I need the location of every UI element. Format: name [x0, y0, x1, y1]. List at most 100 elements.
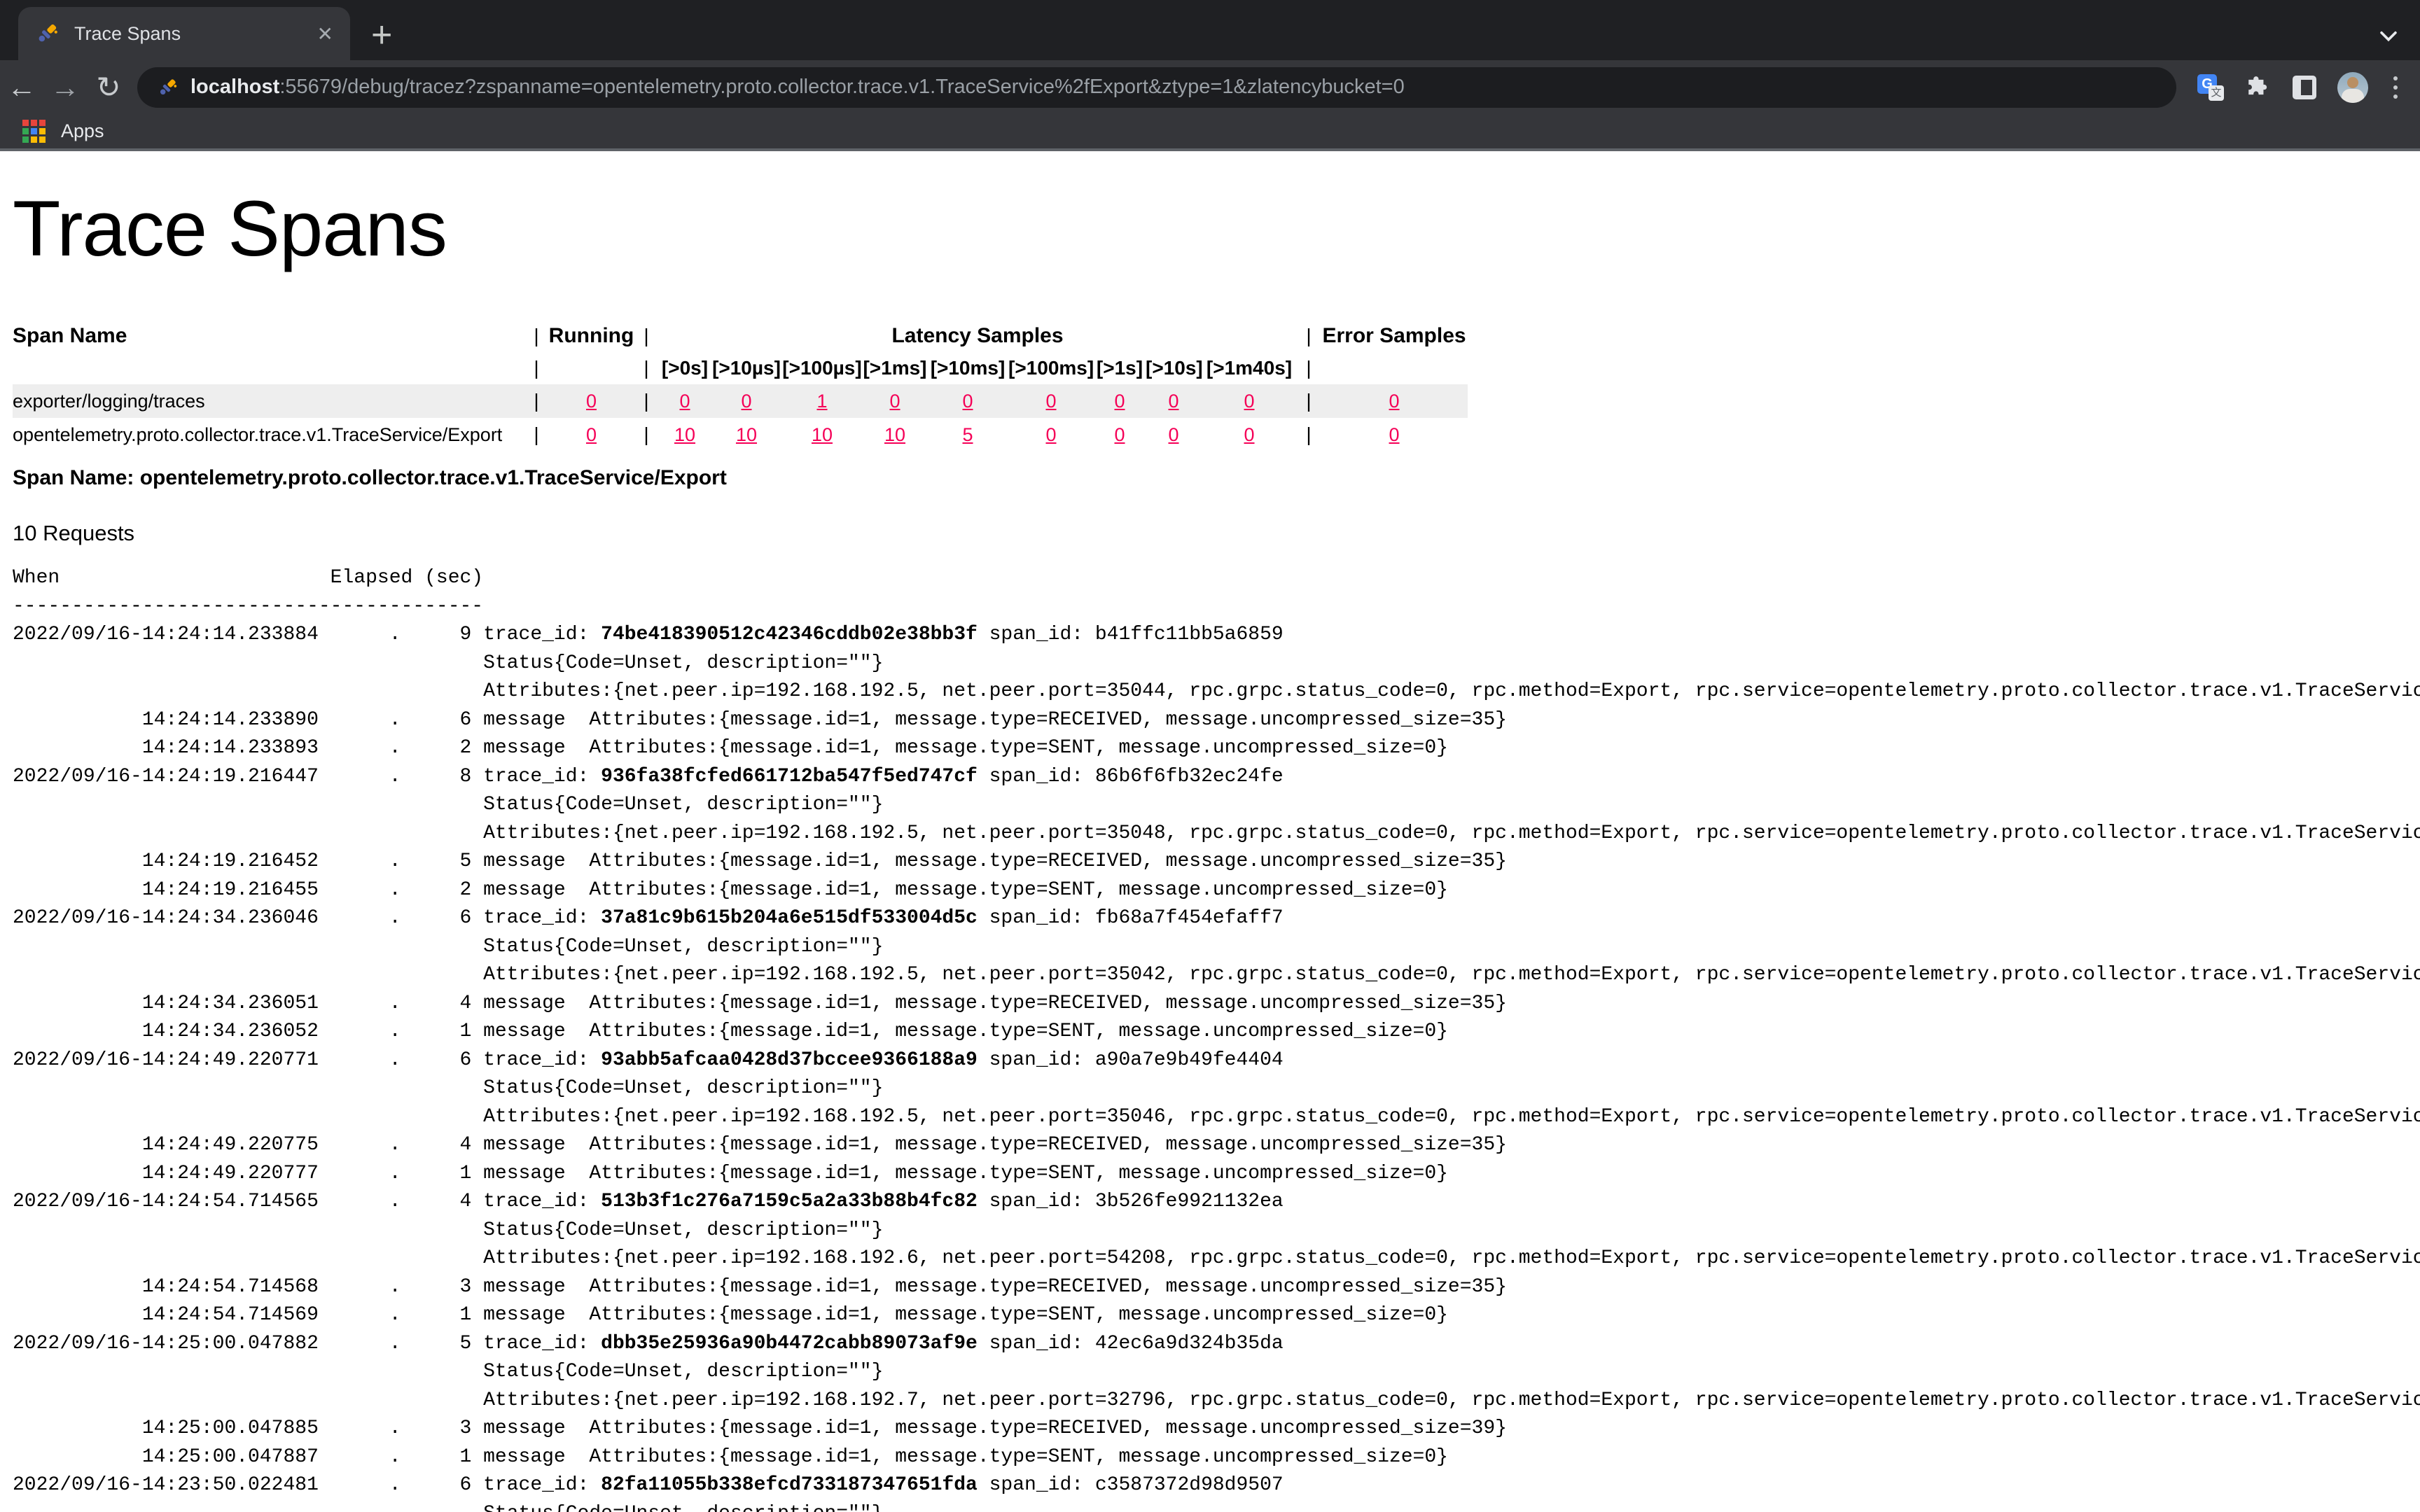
page-title: Trace Spans	[13, 183, 2420, 274]
latency-bucket-header: [>100µs]	[781, 352, 863, 384]
count-cell: 0	[658, 384, 711, 418]
latency-bucket-header: [>10s]	[1146, 352, 1202, 384]
count-cell: 0	[1202, 384, 1297, 418]
side-panel-icon[interactable]	[2293, 76, 2316, 99]
count-cell: 10	[658, 418, 711, 451]
column-divider: |	[524, 418, 548, 451]
span-summary-table: Span Name | Running | Latency Samples | …	[13, 320, 1468, 451]
latency-count-link[interactable]: 0	[889, 391, 900, 412]
forward-icon[interactable]: →	[43, 60, 87, 114]
apps-grid-square	[39, 128, 46, 134]
latency-count-link[interactable]: 0	[1168, 424, 1178, 445]
latency-count-link[interactable]: 5	[962, 424, 973, 445]
count-cell: 1	[781, 384, 863, 418]
running-count-link[interactable]: 0	[586, 391, 597, 412]
col-header-running: Running	[548, 320, 634, 352]
profile-avatar[interactable]	[2337, 72, 2368, 103]
latency-count-link[interactable]: 10	[812, 424, 833, 445]
new-tab-button[interactable]: +	[371, 17, 392, 53]
table-header-row: Span Name | Running | Latency Samples | …	[13, 320, 1468, 352]
opentelemetry-favicon	[35, 22, 59, 46]
tab-strip: Trace Spans ✕ +	[0, 0, 2420, 60]
col-header-latency-samples: Latency Samples	[658, 320, 1297, 352]
trace-id: 513b3f1c276a7159c5a2a33b88b4fc82	[601, 1191, 978, 1212]
browser-toolbar: ← → ↻ localhost:55679/debug/tracez?zspan…	[0, 60, 2420, 114]
col-header-span-name: Span Name	[13, 320, 524, 352]
browser-tab[interactable]: Trace Spans ✕	[18, 7, 350, 60]
latency-count-link[interactable]: 0	[962, 391, 973, 412]
column-divider: |	[634, 352, 658, 384]
url-path: :55679/debug/tracez?zspanname=openteleme…	[279, 76, 1404, 99]
latency-count-link[interactable]: 10	[736, 424, 757, 445]
tab-title: Trace Spans	[74, 23, 313, 45]
extensions-puzzle-icon[interactable]	[2245, 74, 2272, 101]
latency-bucket-header: [>0s]	[658, 352, 711, 384]
latency-count-link[interactable]: 0	[1045, 424, 1056, 445]
apps-grid-square	[31, 128, 37, 134]
table-row: exporter/logging/traces|0|001000000|0	[13, 384, 1468, 418]
url-bar[interactable]: localhost:55679/debug/tracez?zspanname=o…	[137, 67, 2176, 108]
tab-close-icon[interactable]: ✕	[313, 22, 338, 46]
latency-count-link[interactable]: 0	[1114, 391, 1125, 412]
latency-count-link[interactable]: 0	[1244, 391, 1254, 412]
page-content: Trace Spans Span Name | Running | Latenc…	[0, 183, 2420, 1512]
apps-grid-square	[31, 136, 37, 143]
latency-count-link[interactable]: 0	[741, 391, 751, 412]
bookmark-apps[interactable]: Apps	[61, 120, 104, 142]
trace-id: 74be418390512c42346cddb02e38bb3f	[601, 624, 978, 645]
count-cell: 10	[781, 418, 863, 451]
latency-count-link[interactable]: 10	[674, 424, 695, 445]
count-cell: 0	[1008, 418, 1094, 451]
count-cell: 0	[1094, 418, 1146, 451]
column-divider: |	[634, 384, 658, 418]
latency-count-link[interactable]: 10	[884, 424, 905, 445]
bookmarks-bar: Apps	[0, 114, 2420, 151]
browser-window: Trace Spans ✕ + ← → ↻ localhost:55679/de…	[0, 0, 2420, 1512]
column-divider: |	[1297, 384, 1321, 418]
apps-grid-square	[22, 120, 29, 126]
latency-count-link[interactable]: 0	[1168, 391, 1178, 412]
apps-grid-icon[interactable]	[22, 120, 46, 143]
reload-icon[interactable]: ↻	[87, 60, 130, 114]
count-cell: 5	[927, 418, 1008, 451]
latency-count-link[interactable]: 1	[816, 391, 827, 412]
translate-icon[interactable]: G 文	[2197, 74, 2224, 101]
error-count-link[interactable]: 0	[1389, 424, 1400, 445]
latency-bucket-header: [>1s]	[1094, 352, 1146, 384]
tab-search-chevron-icon[interactable]	[2377, 24, 2400, 54]
count-cell: 10	[863, 418, 927, 451]
latency-bucket-header: [>1ms]	[863, 352, 927, 384]
column-divider: |	[524, 320, 548, 352]
trace-id: 82fa11055b338efcd733187347651fda	[601, 1474, 978, 1496]
apps-grid-square	[39, 120, 46, 126]
apps-grid-square	[39, 136, 46, 143]
latency-count-link[interactable]: 0	[1114, 424, 1125, 445]
error-count-link[interactable]: 0	[1389, 391, 1400, 412]
count-cell: 0	[863, 384, 927, 418]
back-icon[interactable]: ←	[0, 60, 43, 114]
running-count-link[interactable]: 0	[586, 424, 597, 445]
menu-kebab-icon[interactable]	[2389, 76, 2402, 99]
latency-bucket-header: [>1m40s]	[1202, 352, 1297, 384]
count-cell: 0	[1094, 384, 1146, 418]
column-divider: |	[634, 418, 658, 451]
latency-count-link[interactable]: 0	[679, 391, 690, 412]
column-divider: |	[524, 352, 548, 384]
latency-count-link[interactable]: 0	[1244, 424, 1254, 445]
count-cell: 0	[1321, 418, 1468, 451]
col-header-error-samples: Error Samples	[1321, 320, 1468, 352]
count-cell: 0	[1146, 418, 1202, 451]
count-cell: 0	[711, 384, 781, 418]
count-cell: 10	[711, 418, 781, 451]
span-name-cell: opentelemetry.proto.collector.trace.v1.T…	[13, 418, 524, 451]
count-cell: 0	[1008, 384, 1094, 418]
count-cell: 0	[1202, 418, 1297, 451]
latency-count-link[interactable]: 0	[1045, 391, 1056, 412]
count-cell: 0	[548, 384, 634, 418]
requests-log: When Elapsed (sec) ---------------------…	[13, 564, 2420, 1512]
latency-bucket-header: [>10µs]	[711, 352, 781, 384]
latency-bucket-header: [>100ms]	[1008, 352, 1094, 384]
spacer-cell	[548, 352, 634, 384]
count-cell: 0	[548, 418, 634, 451]
span-table-body: exporter/logging/traces|0|001000000|0ope…	[13, 384, 1468, 451]
